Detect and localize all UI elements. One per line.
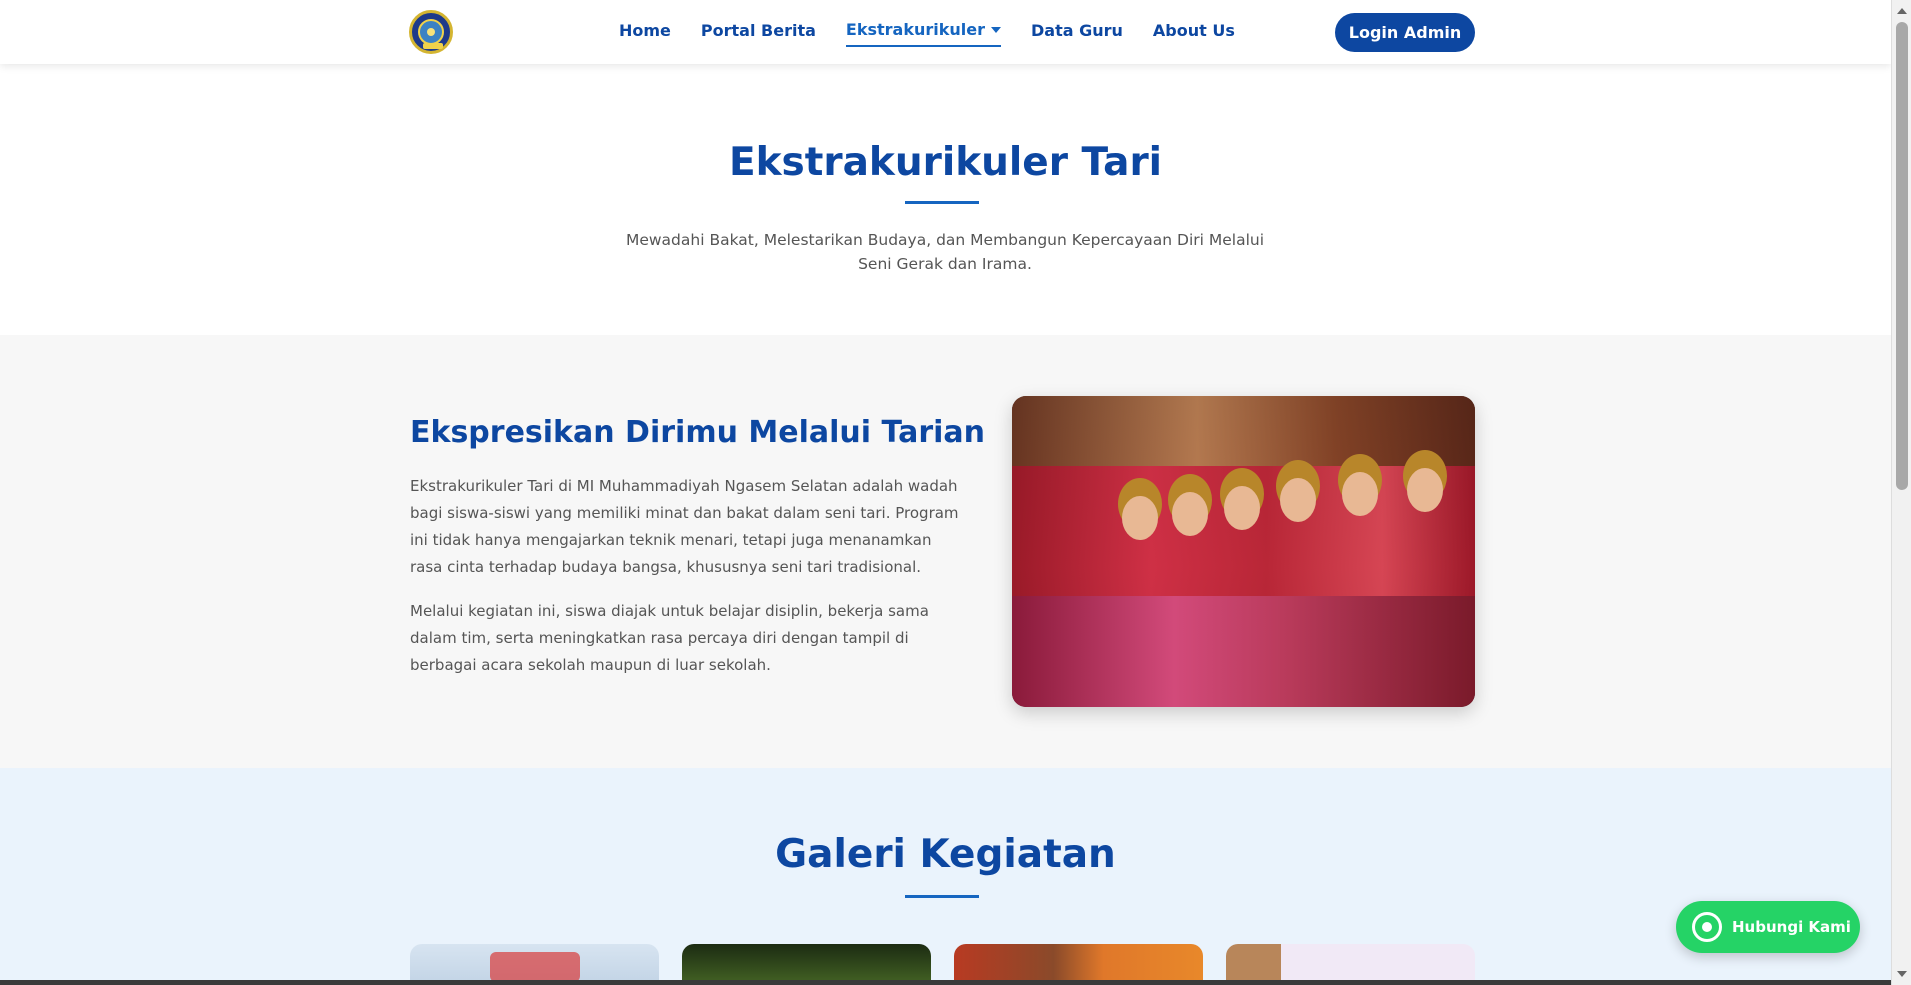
window-bottom-edge <box>0 980 1891 985</box>
nav-data-guru-label: Data Guru <box>1030 21 1123 40</box>
nav-home[interactable]: Home <box>619 20 671 47</box>
photo-background <box>1012 396 1475 466</box>
nav-ekstrakurikuler[interactable]: Ekstrakurikuler <box>845 20 1001 47</box>
page-title: Ekstrakurikuler Tari <box>728 140 1163 185</box>
nav-ekstrakurikuler-label: Ekstrakurikuler <box>845 20 985 39</box>
login-admin-label: Login Admin <box>1348 23 1462 42</box>
whatsapp-label: Hubungi Kami <box>1732 918 1851 936</box>
page-subtitle: Mewadahi Bakat, Melestarikan Budaya, dan… <box>625 231 1265 273</box>
about-paragraph-1: Ekstrakurikuler Tari di MI Muhammadiyah … <box>410 477 959 576</box>
navbar: Home Portal Berita Ekstrakurikuler Data … <box>0 0 1891 64</box>
nav-data-guru[interactable]: Data Guru <box>1031 20 1123 47</box>
about-section: Ekspresikan Dirimu Melalui Tarian Ekstra… <box>0 335 1891 768</box>
hero-section: Ekstrakurikuler Tari Mewadahi Bakat, Mel… <box>0 64 1891 335</box>
about-title: Ekspresikan Dirimu Melalui Tarian <box>410 415 985 450</box>
scrollbar-thumb[interactable] <box>1896 22 1908 490</box>
dancer-face <box>1122 496 1158 540</box>
gallery-title: Galeri Kegiatan <box>775 832 1116 877</box>
nav-about-us[interactable]: About Us <box>1153 20 1235 47</box>
main-nav: Home Portal Berita Ekstrakurikuler Data … <box>619 20 1235 47</box>
dancer-face <box>1172 492 1208 536</box>
gallery-image-2[interactable] <box>682 944 931 985</box>
school-logo[interactable] <box>409 10 453 54</box>
nav-portal-berita-label: Portal Berita <box>700 21 816 40</box>
dancer-face <box>1280 478 1316 522</box>
login-admin-button[interactable]: Login Admin <box>1335 13 1475 52</box>
gallery-image-4[interactable] <box>1226 944 1475 985</box>
whatsapp-contact-button[interactable]: Hubungi Kami <box>1676 901 1860 953</box>
gallery-image-1[interactable] <box>410 944 659 985</box>
dancer-face <box>1224 486 1260 530</box>
photo-costumes <box>1012 596 1475 707</box>
vertical-scrollbar[interactable] <box>1891 0 1911 985</box>
scroll-up-arrow-icon[interactable] <box>1897 8 1907 14</box>
logo-ribbon <box>423 43 443 49</box>
page: Home Portal Berita Ekstrakurikuler Data … <box>0 0 1891 985</box>
dancer-face <box>1342 472 1378 516</box>
title-divider <box>905 201 979 204</box>
scroll-down-arrow-icon[interactable] <box>1897 971 1907 977</box>
gallery-image-3[interactable] <box>954 944 1203 985</box>
gallery-section: Galeri Kegiatan <box>0 768 1891 985</box>
nav-portal-berita[interactable]: Portal Berita <box>701 20 816 47</box>
whatsapp-icon <box>1692 912 1722 942</box>
chevron-down-icon <box>990 26 1001 33</box>
gallery-divider <box>905 895 979 898</box>
logo-emblem-icon <box>418 19 444 45</box>
dancer-face <box>1407 468 1443 512</box>
nav-home-label: Home <box>619 21 671 40</box>
nav-about-us-label: About Us <box>1152 21 1235 40</box>
dance-photo <box>1012 396 1475 707</box>
about-paragraph-2: Melalui kegiatan ini, siswa diajak untuk… <box>410 602 929 674</box>
